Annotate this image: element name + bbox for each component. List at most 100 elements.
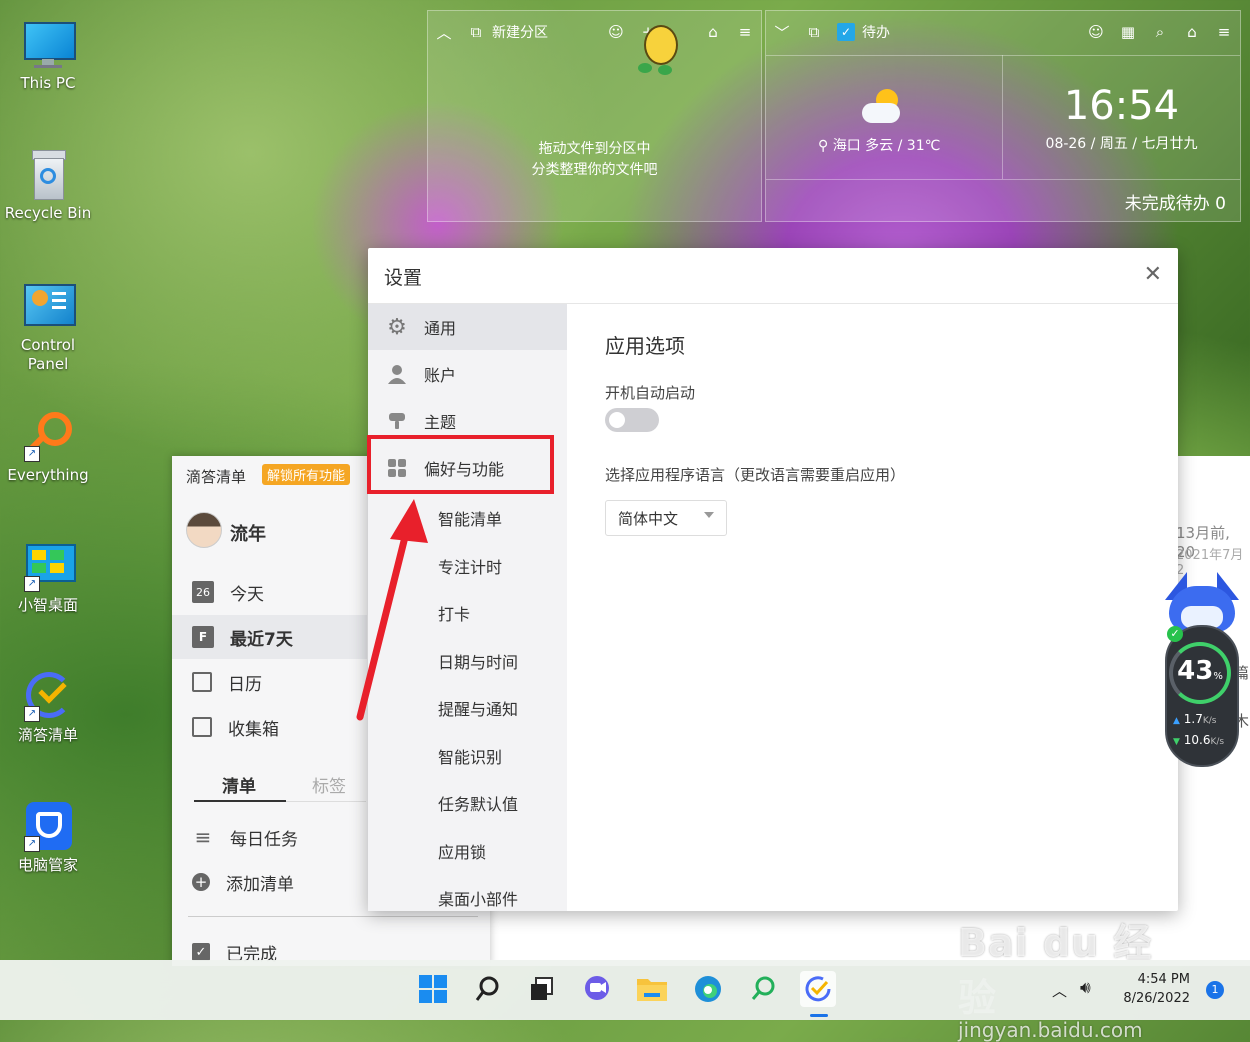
todo-check-icon: ✓: [837, 23, 855, 41]
window-icon[interactable]: ⧉: [805, 23, 823, 41]
window-icon[interactable]: ⧉: [467, 23, 485, 41]
pending-count[interactable]: 未完成待办 0: [1125, 189, 1226, 214]
avatar[interactable]: [186, 512, 222, 548]
nav-label: 最近7天: [230, 629, 293, 650]
nav-next-7-days[interactable]: F 最近7天: [172, 615, 367, 659]
notification-badge[interactable]: 1: [1206, 981, 1224, 999]
username[interactable]: 流年: [230, 520, 266, 546]
shirt-icon[interactable]: ⌂: [704, 23, 722, 41]
menu-icon[interactable]: ≡: [1215, 23, 1233, 41]
shortcut-arrow-icon: ↗: [24, 706, 40, 722]
tab-tags[interactable]: 标签: [312, 772, 346, 797]
desktop-icon-label: 电脑管家: [17, 856, 78, 874]
taskbar: ︿ 🔊︎ 4:54 PM 8/26/2022 1: [0, 960, 1250, 1020]
desktop-icon-xiaozhi[interactable]: ↗ 小智桌面: [4, 540, 92, 615]
desktop-icon-label: 小智桌面: [17, 596, 78, 614]
sidebar-sub-focus-timer[interactable]: 专注计时: [438, 554, 502, 578]
caret-down-icon: [704, 512, 714, 518]
desktop-icon-label: Control Panel: [20, 336, 76, 373]
sidebar-sub-task-defaults[interactable]: 任务默认值: [438, 791, 518, 815]
partition-widget[interactable]: ︿ ⧉ 新建分区 ☺ + ⌂ ≡ 拖动文件到分区中 分类整理你的文件吧: [427, 10, 762, 222]
location-pin-icon: ⚲: [818, 138, 829, 154]
desktop-icon-pc-manager[interactable]: ↗ 电脑管家: [4, 800, 92, 875]
search-app-icon[interactable]: [745, 971, 781, 1007]
teams-chat-icon[interactable]: [579, 971, 615, 1007]
clock-date-text: 8/26/2022: [1123, 991, 1190, 1006]
calendar-icon[interactable]: ▦: [1119, 23, 1137, 41]
sidebar-item-account[interactable]: 账户: [368, 351, 567, 397]
chevron-down-icon[interactable]: ﹀: [773, 23, 791, 42]
desktop-icon-recycle-bin[interactable]: Recycle Bin: [4, 148, 92, 223]
ticktick-taskbar-icon[interactable]: [800, 971, 836, 1007]
calendar-icon: [192, 672, 212, 692]
upload-arrow-icon: ▲: [1173, 716, 1180, 726]
todo-title[interactable]: 待办: [862, 22, 890, 42]
todo-widget[interactable]: ﹀ ⧉ ✓ 待办 ☺ ▦ ⌕ ⌂ ≡ ⚲ 海口 多云 / 31℃ 16:54 0…: [765, 10, 1241, 222]
chevron-up-icon[interactable]: ︿: [1052, 980, 1067, 1001]
shortcut-arrow-icon: ↗: [24, 576, 40, 592]
unlock-badge[interactable]: 解锁所有功能: [262, 464, 351, 485]
start-windows-icon[interactable]: [415, 971, 451, 1007]
shirt-icon[interactable]: ⌂: [1183, 23, 1201, 41]
desktop-icon-control-panel[interactable]: Control Panel: [4, 280, 92, 374]
brush-icon: [386, 410, 408, 432]
net-monitor-widget[interactable]: ✓ 43% ▲ 1.7K/s ▼ 10.6K/s: [1163, 570, 1241, 770]
language-label: 选择应用程序语言（更改语言需要重启应用）: [605, 466, 906, 484]
task-view-icon[interactable]: [524, 971, 560, 1007]
desktop-icon-label: 滴答清单: [17, 726, 78, 744]
chevron-up-icon[interactable]: ︿: [435, 23, 453, 42]
partition-title[interactable]: 新建分区: [492, 22, 548, 42]
sidebar-sub-app-lock[interactable]: 应用锁: [438, 839, 486, 863]
volume-icon[interactable]: 🔊︎: [1080, 978, 1091, 998]
language-select-value: 简体中文: [618, 509, 679, 528]
control-panel-icon: [22, 280, 76, 332]
desktop-icon-label: Recycle Bin: [4, 204, 92, 222]
desktop-icon-label: This PC: [20, 74, 76, 92]
edge-browser-icon[interactable]: [690, 971, 726, 1007]
system-clock[interactable]: 4:54 PM 8/26/2022: [1110, 970, 1190, 1008]
sidebar-sub-date-time[interactable]: 日期与时间: [438, 649, 518, 673]
shortcut-arrow-icon: ↗: [24, 446, 40, 462]
sidebar-sub-habit[interactable]: 打卡: [438, 601, 470, 625]
user-icon[interactable]: ☺: [1087, 23, 1105, 41]
close-icon[interactable]: ✕: [1144, 262, 1162, 287]
tab-lists[interactable]: 清单: [222, 772, 256, 797]
weather-text: ⚲ 海口 多云 / 31℃: [818, 138, 941, 154]
ticktick-icon: ↗: [22, 670, 74, 722]
nav-calendar[interactable]: 日历: [172, 660, 367, 704]
desktop-icon-everything[interactable]: ↗ Everything: [4, 410, 92, 485]
red-arrow-annotation: [356, 499, 428, 721]
list-label: 每日任务: [230, 829, 298, 850]
calendar-day-icon: 26: [192, 581, 214, 603]
add-circle-icon: +: [192, 873, 210, 891]
sidebar-sub-desktop-widgets[interactable]: 桌面小部件: [438, 886, 518, 910]
desktop-icon-ticktick[interactable]: ↗ 滴答清单: [4, 670, 92, 745]
search-icon[interactable]: ⌕: [1151, 23, 1169, 41]
tab-underline: [194, 800, 286, 802]
nav-label: 今天: [230, 584, 264, 605]
user-icon[interactable]: ☺: [607, 23, 625, 41]
nav-today[interactable]: 26 今天: [172, 570, 367, 614]
partition-hint-line1: 拖动文件到分区中: [538, 141, 651, 157]
autostart-label: 开机自动启动: [605, 384, 696, 402]
sidebar-sub-reminders[interactable]: 提醒与通知: [438, 696, 518, 720]
desktop-icon-this-pc[interactable]: This PC: [4, 18, 92, 93]
usage-unit: %: [1213, 671, 1223, 682]
sidebar-item-label: 账户: [424, 366, 457, 385]
sidebar-sub-smart-lists[interactable]: 智能清单: [438, 506, 502, 530]
file-explorer-icon[interactable]: [634, 971, 670, 1007]
add-list-button[interactable]: + 添加清单: [172, 860, 367, 904]
sidebar-item-general[interactable]: ⚙ 通用: [368, 304, 567, 350]
app-name: 滴答清单: [186, 468, 247, 486]
nav-inbox[interactable]: 收集箱: [172, 705, 367, 749]
shield-check-icon: ✓: [1167, 626, 1183, 642]
person-icon: [386, 363, 408, 385]
sidebar-sub-smart-recognition[interactable]: 智能识别: [438, 744, 502, 768]
search-icon[interactable]: [470, 971, 506, 1007]
menu-icon[interactable]: ≡: [736, 23, 754, 41]
dialog-title: 设置: [384, 267, 423, 289]
list-item-daily-tasks[interactable]: ≡ 每日任务: [172, 815, 367, 859]
list-icon: ≡: [194, 825, 212, 849]
autostart-toggle[interactable]: [605, 408, 659, 432]
language-select[interactable]: 简体中文: [605, 500, 727, 536]
